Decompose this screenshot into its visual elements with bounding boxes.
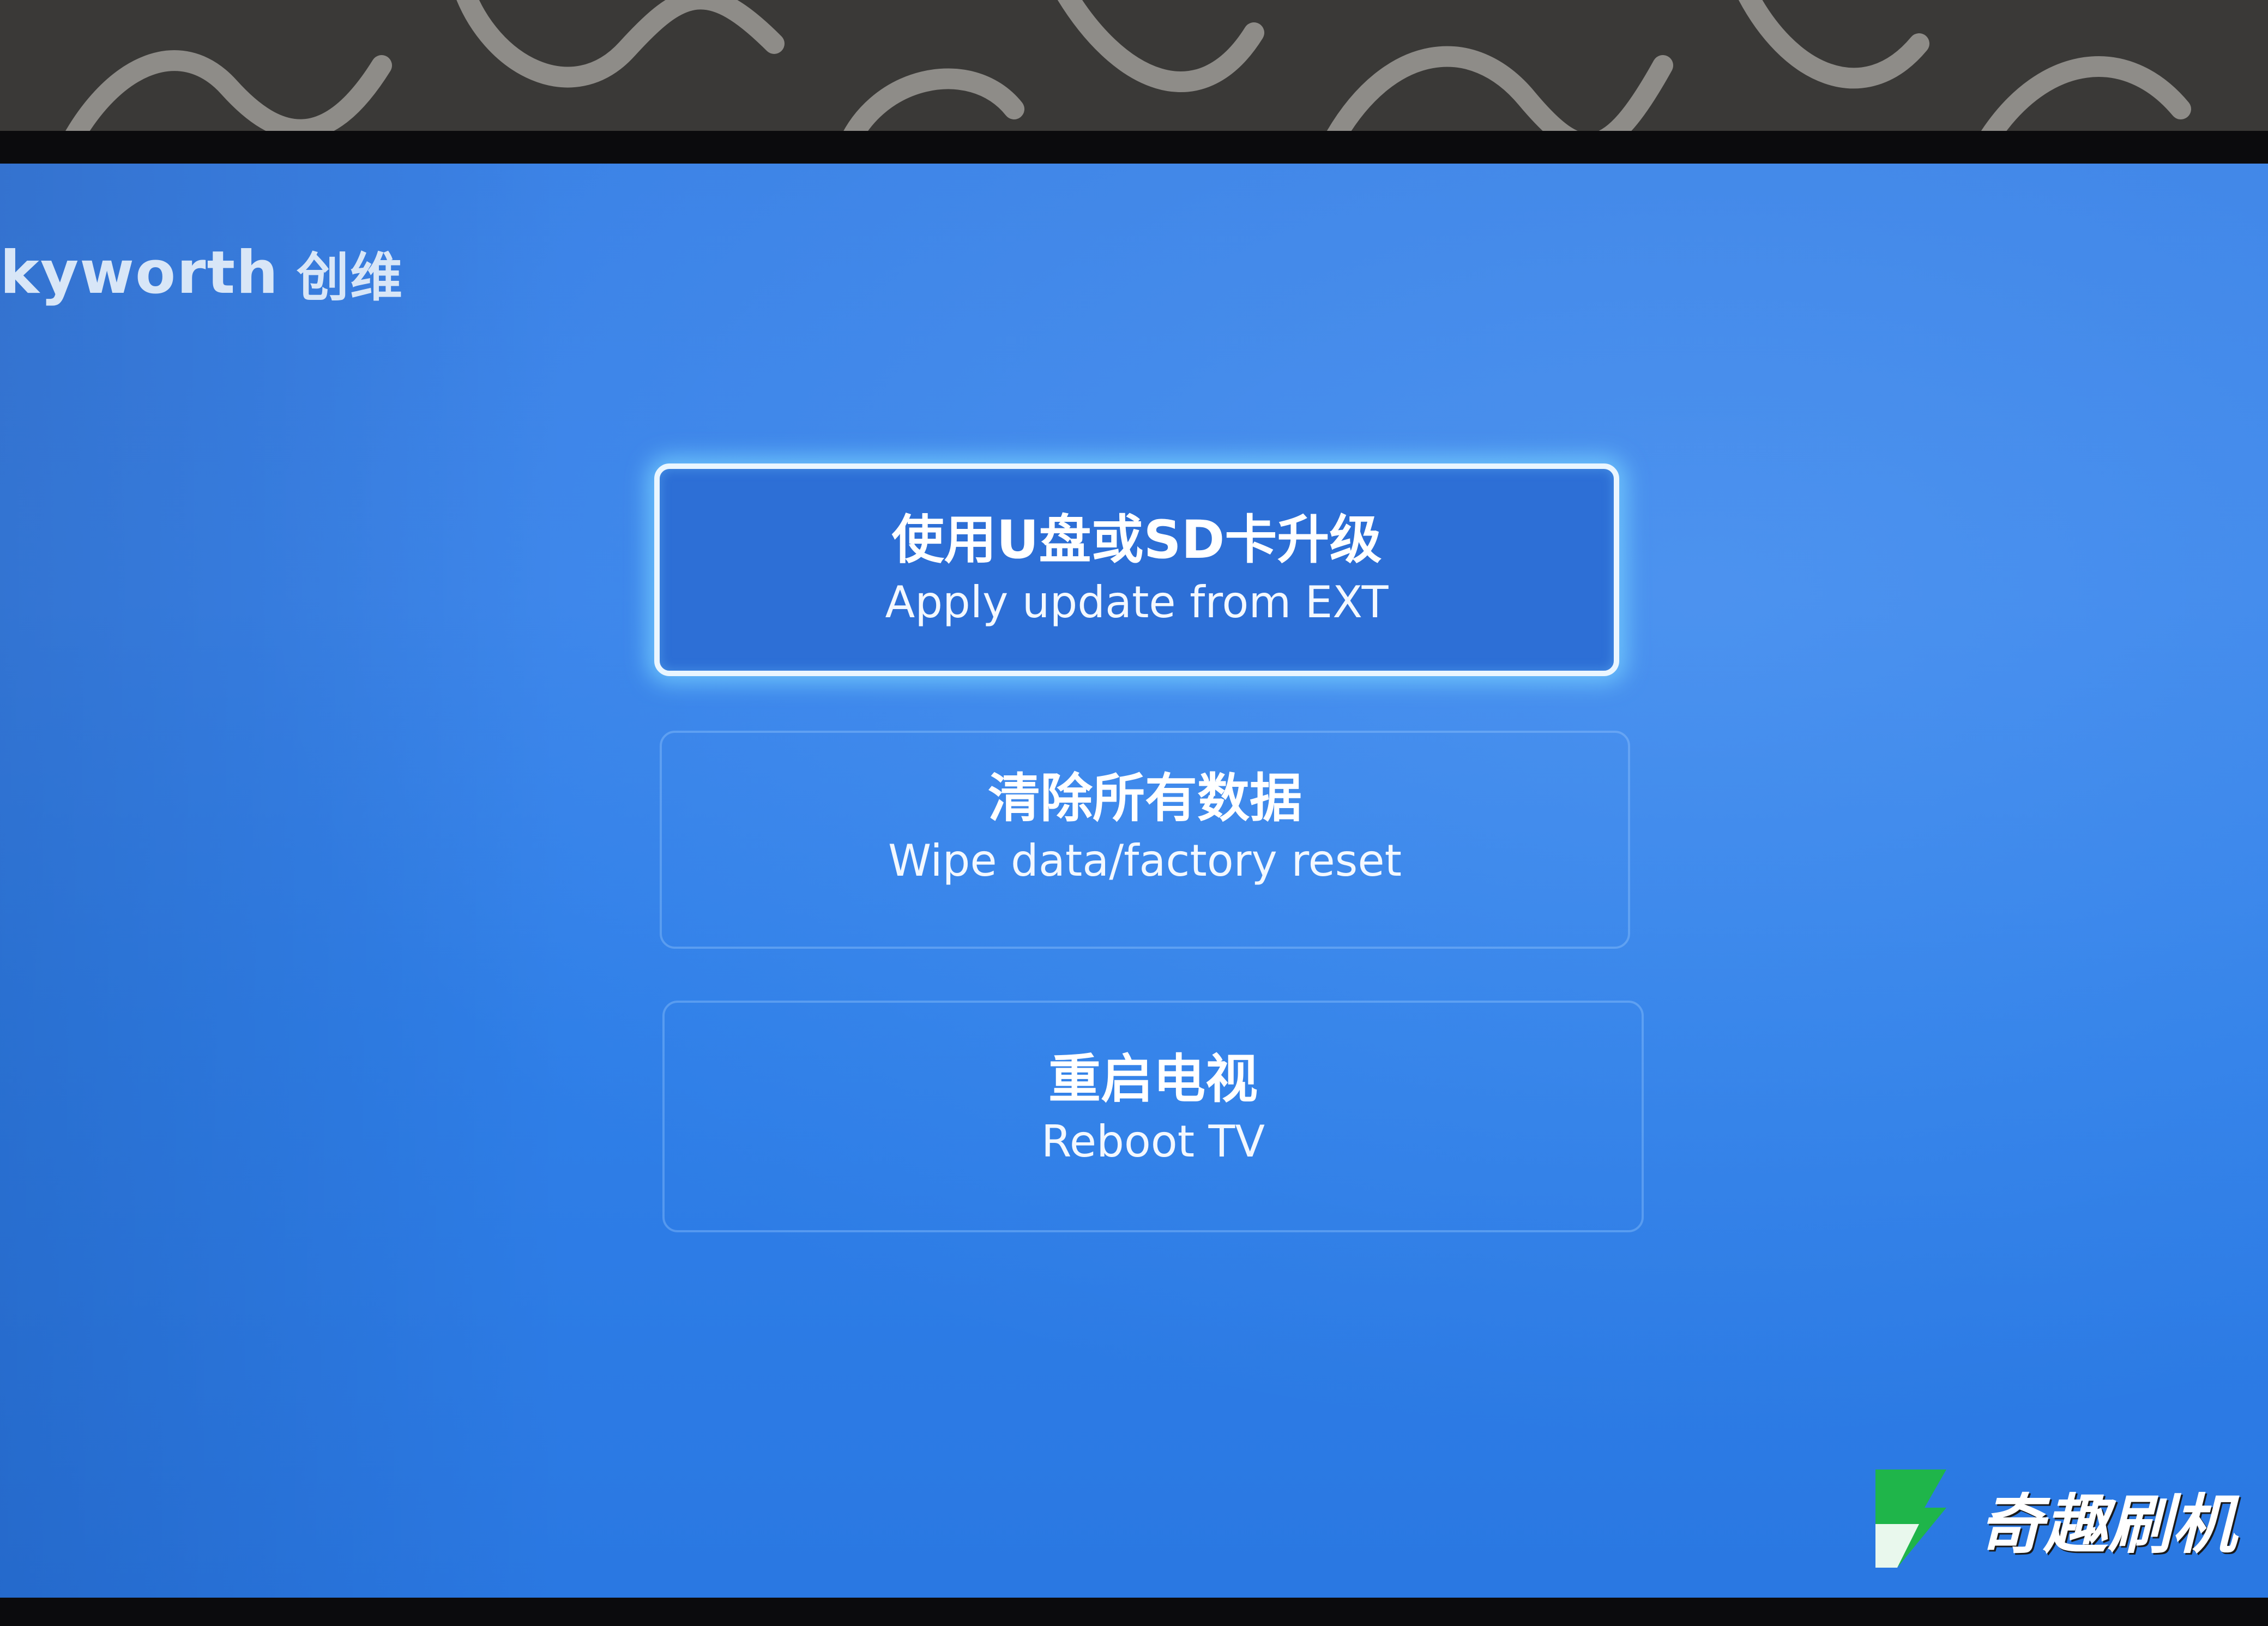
brand-logo: kyworth 创维 <box>0 234 403 311</box>
menu-item-label-en: Apply update from EXT <box>885 577 1389 628</box>
tv-screen: kyworth 创维 使用U盘或SD卡升级 Apply update from … <box>0 164 2268 1598</box>
green-b-logo-icon <box>1875 1470 1946 1568</box>
watermark-text: 奇趣刷机 <box>1979 1486 2237 1562</box>
watermark: 奇趣刷机 <box>1865 1461 2236 1576</box>
menu-item-reboot-tv[interactable]: 重启电视 Reboot TV <box>662 1001 1644 1232</box>
menu-item-label-cn: 重启电视 <box>1048 1049 1258 1110</box>
menu-item-wipe-data[interactable]: 清除所有数据 Wipe data/factory reset <box>660 731 1630 949</box>
menu-item-apply-update[interactable]: 使用U盘或SD卡升级 Apply update from EXT <box>654 463 1619 676</box>
menu-item-label-cn: 清除所有数据 <box>988 768 1302 829</box>
menu-item-label-en: Reboot TV <box>1041 1116 1265 1167</box>
menu-item-label-en: Wipe data/factory reset <box>888 835 1402 886</box>
menu-item-label-cn: 使用U盘或SD卡升级 <box>891 509 1382 570</box>
brand-name: kyworth <box>0 238 279 307</box>
photo-stage: kyworth 创维 使用U盘或SD卡升级 Apply update from … <box>0 0 2268 1626</box>
brand-chinese-name: 创维 <box>296 246 403 308</box>
